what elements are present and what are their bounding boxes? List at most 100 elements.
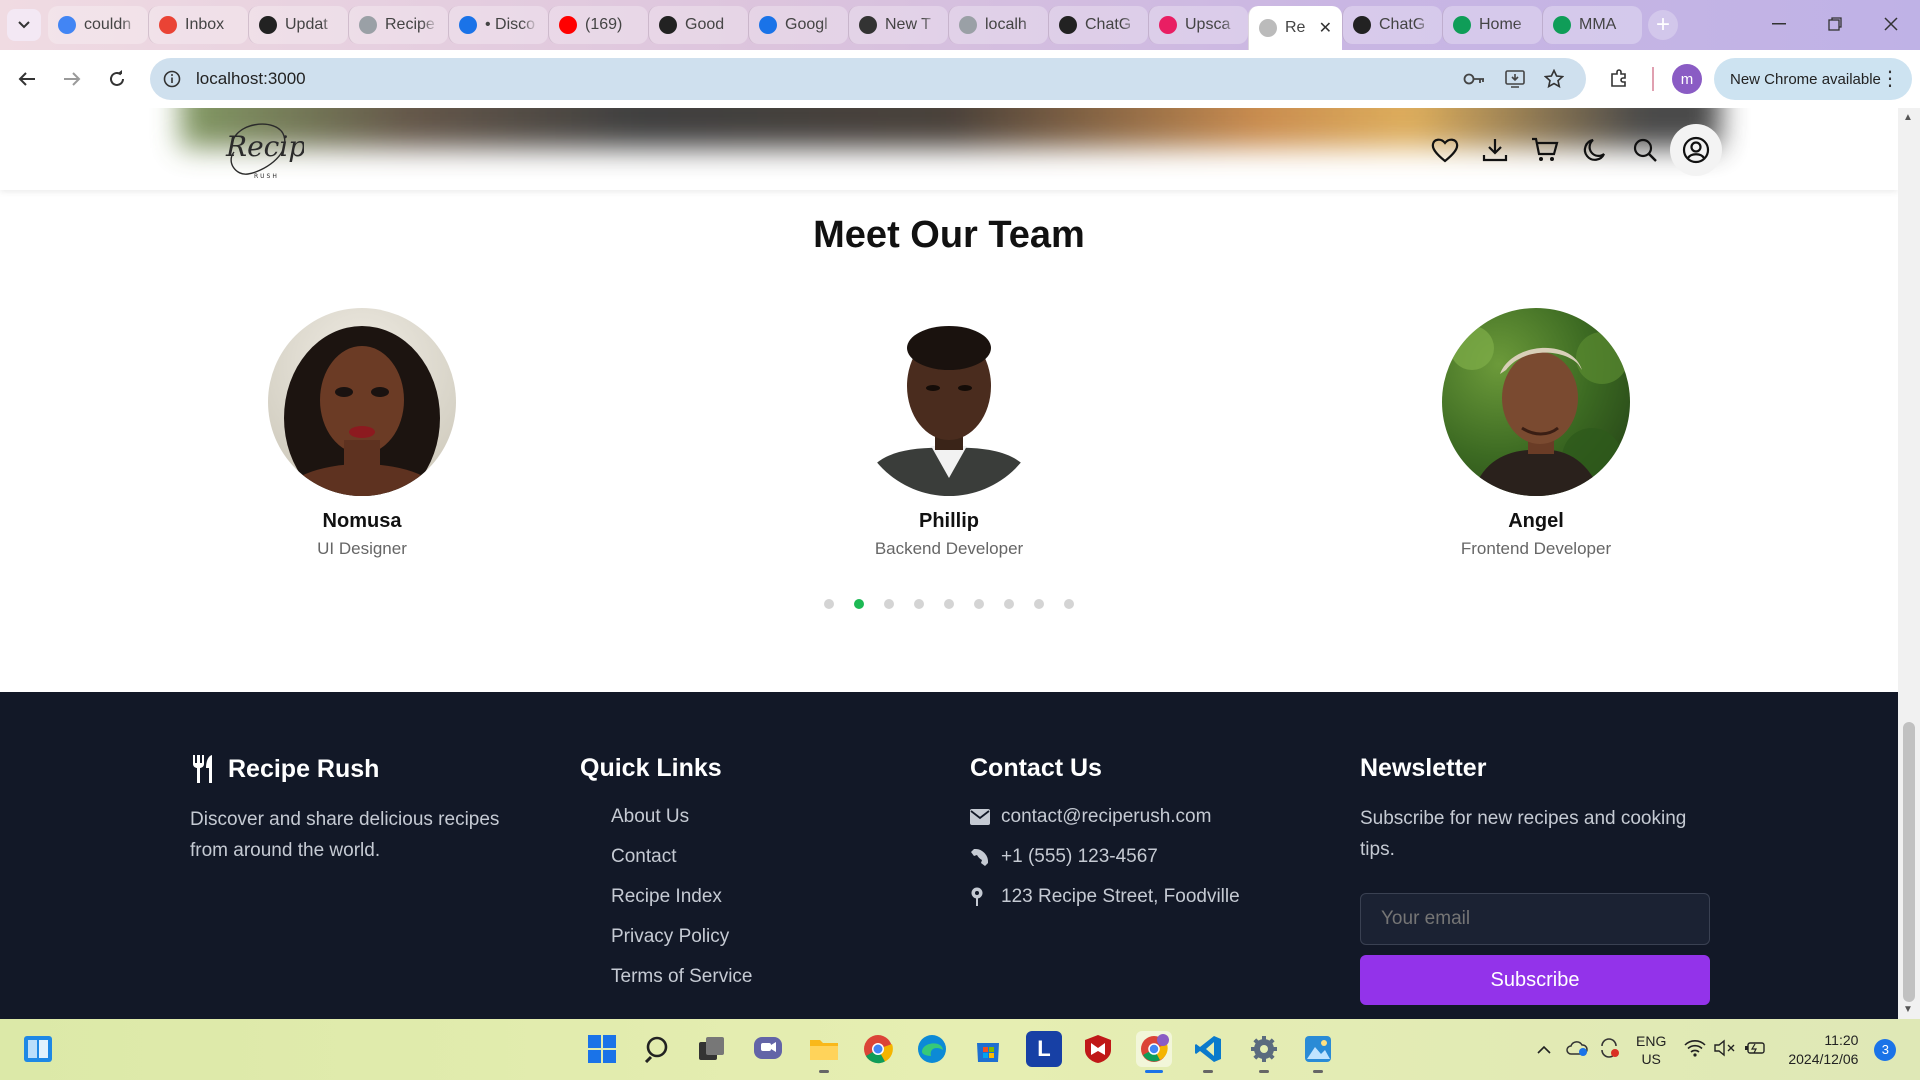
tab-title: Recipe	[385, 16, 435, 33]
scroll-down-arrow[interactable]: ▼	[1903, 1004, 1913, 1015]
scrollbar-thumb[interactable]	[1903, 722, 1915, 1002]
photos-icon	[1305, 1036, 1331, 1062]
cart-button[interactable]	[1520, 130, 1570, 170]
vscode-taskbar-button[interactable]	[1190, 1031, 1226, 1073]
site-info-icon[interactable]	[160, 67, 184, 91]
browser-tab-active[interactable]: Re ✕	[1248, 6, 1342, 50]
newsletter-email-input[interactable]	[1360, 893, 1710, 945]
taskbar-search-button[interactable]	[640, 1031, 676, 1067]
footer-link[interactable]: Terms of Service	[611, 957, 880, 997]
tab-title: Inbox	[185, 16, 225, 33]
heart-icon	[1431, 138, 1459, 163]
l-app-taskbar-button[interactable]: L	[1026, 1031, 1062, 1067]
widgets-button[interactable]	[20, 1031, 56, 1067]
carousel-dot[interactable]	[974, 599, 984, 609]
dark-mode-toggle[interactable]	[1570, 130, 1620, 170]
browser-tab[interactable]: Upsca	[1148, 6, 1248, 44]
extensions-button[interactable]	[1602, 62, 1636, 96]
browser-tab[interactable]: Home	[1442, 6, 1542, 44]
recipe-rush-logo[interactable]: Recipe RUSH	[218, 112, 323, 186]
start-button[interactable]	[584, 1031, 620, 1067]
browser-tab[interactable]: MMA	[1542, 6, 1642, 44]
browser-tab[interactable]: (169)	[548, 6, 648, 44]
browser-tab[interactable]: Googl	[748, 6, 848, 44]
chrome-update-button[interactable]: New Chrome available ⋮	[1714, 58, 1912, 100]
photos-taskbar-button[interactable]	[1300, 1031, 1336, 1073]
teams-chat-button[interactable]	[750, 1031, 786, 1067]
edge-icon	[918, 1035, 946, 1063]
footer-link[interactable]: Privacy Policy	[611, 917, 880, 957]
scroll-up-arrow[interactable]: ▲	[1903, 112, 1913, 123]
download-button[interactable]	[1470, 130, 1520, 170]
page-scrollbar[interactable]: ▲ ▼	[1898, 108, 1920, 1019]
team-member-name: Angel	[1508, 510, 1564, 532]
address-bar[interactable]: localhost:3000	[150, 58, 1586, 100]
carousel-dot[interactable]	[884, 599, 894, 609]
carousel-dot[interactable]	[944, 599, 954, 609]
bookmark-star-icon[interactable]	[1542, 67, 1566, 91]
reload-button[interactable]	[100, 62, 134, 96]
file-explorer-button[interactable]	[806, 1031, 842, 1073]
contact-phone[interactable]: +1 (555) 123-4567	[970, 837, 1310, 877]
browser-tab[interactable]: Updat	[248, 6, 348, 44]
forward-button[interactable]	[55, 62, 89, 96]
account-button[interactable]	[1670, 124, 1722, 176]
wifi-icon[interactable]	[1684, 1039, 1706, 1060]
notification-badge[interactable]: 3	[1874, 1038, 1897, 1061]
search-button[interactable]	[1620, 130, 1670, 170]
openai-icon	[659, 16, 677, 34]
new-tab-button[interactable]: +	[1648, 10, 1678, 40]
task-view-icon	[699, 1037, 724, 1060]
footer-link[interactable]: Contact	[611, 837, 880, 877]
edge-taskbar-button[interactable]	[914, 1031, 950, 1067]
back-button[interactable]	[10, 62, 44, 96]
carousel-dot[interactable]	[824, 599, 834, 609]
clock[interactable]: 11:20 2024/12/06	[1788, 1031, 1858, 1069]
carousel-dot[interactable]	[854, 599, 864, 609]
contact-email[interactable]: contact@reciperush.com	[970, 797, 1310, 837]
contact-heading: Contact Us	[970, 754, 1102, 782]
more-menu-icon[interactable]: ⋮	[1880, 66, 1900, 91]
browser-tab[interactable]: localh	[948, 6, 1048, 44]
tab-title: Good	[685, 16, 725, 33]
volume-muted-icon[interactable]	[1714, 1039, 1736, 1060]
language-indicator[interactable]: ENG US	[1636, 1032, 1666, 1068]
browser-tab[interactable]: ChatG	[1342, 6, 1442, 44]
browser-tab[interactable]: couldn	[48, 6, 148, 44]
profile-avatar[interactable]: m	[1672, 64, 1702, 94]
settings-taskbar-button[interactable]	[1246, 1031, 1282, 1073]
browser-tab[interactable]: Good	[648, 6, 748, 44]
tab-search-button[interactable]	[7, 9, 41, 41]
close-tab-icon[interactable]: ✕	[1319, 18, 1332, 38]
browser-tab[interactable]: ChatG	[1048, 6, 1148, 44]
task-view-button[interactable]	[694, 1031, 730, 1067]
store-taskbar-button[interactable]	[970, 1031, 1006, 1067]
install-app-icon[interactable]	[1504, 67, 1528, 91]
chrome-profile-taskbar-button[interactable]	[1136, 1031, 1172, 1073]
tab-title: Upsca	[1185, 16, 1231, 33]
mcafee-taskbar-button[interactable]	[1080, 1031, 1116, 1067]
footer-link[interactable]: About Us	[611, 797, 880, 837]
carousel-dot[interactable]	[914, 599, 924, 609]
chrome-taskbar-button[interactable]	[860, 1031, 896, 1067]
browser-tab[interactable]: Inbox	[148, 6, 248, 44]
github-icon	[259, 16, 277, 34]
browser-tab[interactable]: • Disco	[448, 6, 548, 44]
battery-icon[interactable]	[1744, 1040, 1766, 1059]
carousel-dot[interactable]	[1004, 599, 1014, 609]
minimize-button[interactable]	[1750, 0, 1808, 48]
carousel-dot[interactable]	[1034, 599, 1044, 609]
gear-icon	[1251, 1036, 1277, 1062]
sync-icon[interactable]	[1598, 1038, 1620, 1061]
onedrive-icon[interactable]	[1566, 1040, 1588, 1059]
key-icon[interactable]	[1462, 67, 1486, 91]
browser-tab[interactable]: New T	[848, 6, 948, 44]
close-window-button[interactable]	[1862, 0, 1920, 48]
browser-tab[interactable]: Recipe	[348, 6, 448, 44]
restore-button[interactable]	[1806, 0, 1864, 48]
favorites-button[interactable]	[1420, 130, 1470, 170]
footer-link[interactable]: Recipe Index	[611, 877, 880, 917]
subscribe-button[interactable]: Subscribe	[1360, 955, 1710, 1005]
chevron-up-icon[interactable]	[1536, 1042, 1552, 1058]
carousel-dot[interactable]	[1064, 599, 1074, 609]
